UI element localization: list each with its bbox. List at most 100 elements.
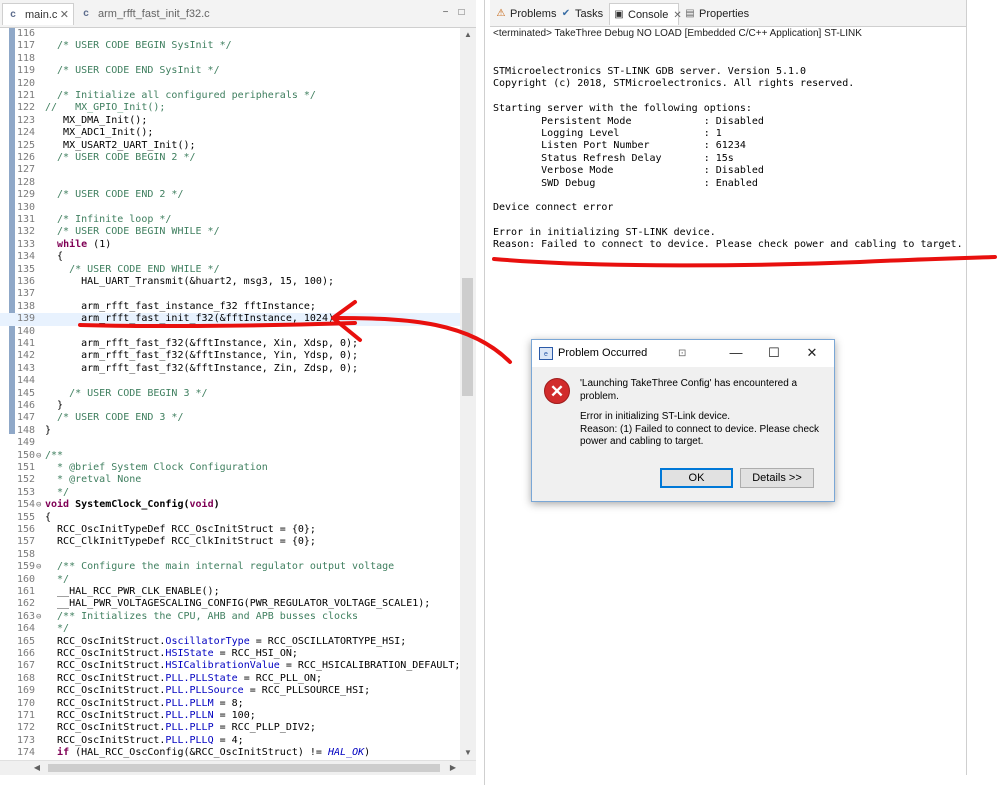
- code-line[interactable]: 149: [0, 437, 460, 449]
- code-line[interactable]: 121 /* Initialize all configured periphe…: [0, 90, 460, 102]
- code-line[interactable]: 119 /* USER CODE END SysInit */: [0, 65, 460, 77]
- fold-toggle-icon[interactable]: ⊖: [36, 499, 44, 511]
- code-line[interactable]: 124 MX_ADC1_Init();: [0, 127, 460, 139]
- code-line[interactable]: 123 MX_DMA_Init();: [0, 115, 460, 127]
- fold-toggle-icon[interactable]: ⊖: [36, 450, 44, 462]
- maximize-view-icon[interactable]: □: [456, 8, 467, 18]
- code-line[interactable]: 168 RCC_OscInitStruct.PLL.PLLState = RCC…: [0, 673, 460, 685]
- code-line[interactable]: 128: [0, 177, 460, 189]
- problem-occurred-dialog[interactable]: e Problem Occurred ⊡ — ☐ ✕ ✕ 'Launching …: [531, 339, 835, 502]
- scroll-right-arrow-icon[interactable]: ▶: [446, 761, 460, 775]
- maximize-icon[interactable]: ☐: [766, 345, 782, 361]
- code-line[interactable]: 140: [0, 326, 460, 338]
- code-line[interactable]: 151 * @brief System Clock Configuration: [0, 462, 460, 474]
- code-line[interactable]: 134 {: [0, 251, 460, 263]
- scroll-left-arrow-icon[interactable]: ◀: [30, 761, 44, 775]
- code-token: arm_rfft_fast_init_f32(&fftInstance, 102…: [45, 313, 341, 325]
- code-line[interactable]: 147 /* USER CODE END 3 */: [0, 412, 460, 424]
- tab-tasks[interactable]: ✔ Tasks: [557, 3, 608, 25]
- scroll-down-arrow-icon[interactable]: ▼: [460, 746, 476, 760]
- close-icon[interactable]: ✕: [804, 345, 820, 361]
- code-line[interactable]: 165 RCC_OscInitStruct.OscillatorType = R…: [0, 636, 460, 648]
- code-line[interactable]: 118: [0, 53, 460, 65]
- tab-console[interactable]: ▣ Console ✕: [609, 3, 682, 25]
- code-text: */: [45, 487, 69, 499]
- code-line[interactable]: 132 /* USER CODE BEGIN WHILE */: [0, 226, 460, 238]
- code-line[interactable]: 125 MX_USART2_UART_Init();: [0, 140, 460, 152]
- code-line[interactable]: 142 arm_rfft_fast_f32(&fftInstance, Yin,…: [0, 350, 460, 362]
- code-line[interactable]: 122 // MX_GPIO_Init();: [0, 102, 460, 114]
- code-line[interactable]: 139 arm_rfft_fast_init_f32(&fftInstance,…: [0, 313, 460, 326]
- code-text: RCC_OscInitStruct.PLL.PLLN = 100;: [45, 710, 256, 722]
- code-line[interactable]: 174 if (HAL_RCC_OscConfig(&RCC_OscInitSt…: [0, 747, 460, 759]
- fold-toggle-icon[interactable]: ⊖: [36, 561, 44, 573]
- window-menu-icon: ⊡: [678, 348, 687, 359]
- tab-arm-rfft-fast-init[interactable]: c arm_rfft_fast_init_f32.c: [76, 3, 216, 25]
- code-line[interactable]: 150 ⊖/**: [0, 450, 460, 462]
- code-line[interactable]: 160 */: [0, 574, 460, 586]
- code-line[interactable]: 145 /* USER CODE BEGIN 3 */: [0, 388, 460, 400]
- code-line[interactable]: 164 */: [0, 623, 460, 635]
- struct-field-token: HSIState: [165, 648, 214, 659]
- code-line[interactable]: 161 __HAL_RCC_PWR_CLK_ENABLE();: [0, 586, 460, 598]
- code-line[interactable]: 153 */: [0, 487, 460, 499]
- code-line[interactable]: 126 /* USER CODE BEGIN 2 */: [0, 152, 460, 164]
- minimize-view-icon[interactable]: −: [440, 8, 451, 18]
- code-line[interactable]: 158: [0, 549, 460, 561]
- code-editor-pane[interactable]: c main.c ✕ c arm_rfft_fast_init_f32.c − …: [0, 0, 476, 785]
- code-line[interactable]: 146 }: [0, 400, 460, 412]
- code-line[interactable]: 131 /* Infinite loop */: [0, 214, 460, 226]
- minimize-icon[interactable]: —: [728, 345, 744, 361]
- dialog-title-bar[interactable]: e Problem Occurred ⊡ — ☐ ✕: [532, 340, 834, 367]
- code-line[interactable]: 141 arm_rfft_fast_f32(&fftInstance, Xin,…: [0, 338, 460, 350]
- code-line[interactable]: 117 /* USER CODE BEGIN SysInit */: [0, 40, 460, 52]
- code-line[interactable]: 138 arm_rfft_fast_instance_f32 fftInstan…: [0, 301, 460, 313]
- code-area[interactable]: 116 117 /* USER CODE BEGIN SysInit */118 1…: [0, 28, 460, 760]
- code-line[interactable]: 162 __HAL_PWR_VOLTAGESCALING_CONFIG(PWR_…: [0, 598, 460, 610]
- code-line[interactable]: 157 RCC_ClkInitTypeDef RCC_ClkInitStruct…: [0, 536, 460, 548]
- code-line[interactable]: 173 RCC_OscInitStruct.PLL.PLLQ = 4;: [0, 735, 460, 747]
- code-line[interactable]: 129 /* USER CODE END 2 */: [0, 189, 460, 201]
- code-line[interactable]: 148}: [0, 425, 460, 437]
- code-line[interactable]: 169 RCC_OscInitStruct.PLL.PLLSource = RC…: [0, 685, 460, 697]
- tab-main-c[interactable]: c main.c ✕: [2, 3, 74, 25]
- code-line[interactable]: 135 /* USER CODE END WHILE */: [0, 264, 460, 276]
- code-line[interactable]: 130: [0, 202, 460, 214]
- code-line[interactable]: 116: [0, 28, 460, 40]
- code-line[interactable]: 137: [0, 288, 460, 300]
- code-line[interactable]: 159 ⊖ /** Configure the main internal reg…: [0, 561, 460, 573]
- ok-button[interactable]: OK: [660, 468, 733, 488]
- console-output[interactable]: STMicroelectronics ST-LINK GDB server. V…: [493, 66, 963, 252]
- code-line[interactable]: 167 RCC_OscInitStruct.HSICalibrationValu…: [0, 660, 460, 672]
- code-line[interactable]: 163 ⊖ /** Initializes the CPU, AHB and AP…: [0, 611, 460, 623]
- code-line[interactable]: 166 RCC_OscInitStruct.HSIState = RCC_HSI…: [0, 648, 460, 660]
- editor-horizontal-scrollbar[interactable]: ◀ ▶: [0, 760, 476, 775]
- fold-toggle-icon[interactable]: ⊖: [36, 611, 44, 623]
- code-token: = RCC_PLL_ON;: [237, 672, 322, 684]
- close-tab-icon[interactable]: ✕: [60, 4, 69, 26]
- scroll-thumb[interactable]: [462, 278, 473, 396]
- scroll-up-arrow-icon[interactable]: ▲: [460, 28, 476, 42]
- code-line[interactable]: 143 arm_rfft_fast_f32(&fftInstance, Zin,…: [0, 363, 460, 375]
- code-line[interactable]: 144: [0, 375, 460, 387]
- code-line[interactable]: 172 RCC_OscInitStruct.PLL.PLLP = RCC_PLL…: [0, 722, 460, 734]
- pane-divider[interactable]: [484, 0, 485, 785]
- code-line[interactable]: 127: [0, 164, 460, 176]
- code-line[interactable]: 154 ⊖ void SystemClock_Config(void): [0, 499, 460, 511]
- code-line[interactable]: 155 {: [0, 512, 460, 524]
- tab-properties[interactable]: ▤ Properties: [681, 3, 757, 25]
- code-line[interactable]: 156 RCC_OscInitTypeDef RCC_OscInitStruct…: [0, 524, 460, 536]
- code-line[interactable]: 152 * @retval None: [0, 474, 460, 486]
- scroll-thumb[interactable]: [48, 764, 440, 772]
- code-line[interactable]: 120: [0, 78, 460, 90]
- line-number: 150: [17, 449, 36, 461]
- code-line[interactable]: 171 RCC_OscInitStruct.PLL.PLLN = 100;: [0, 710, 460, 722]
- code-line[interactable]: 133 while (1): [0, 239, 460, 251]
- editor-vertical-scrollbar[interactable]: ▲ ▼: [460, 28, 476, 760]
- details-button[interactable]: Details >>: [740, 468, 814, 488]
- code-line[interactable]: 170 RCC_OscInitStruct.PLL.PLLM = 8;: [0, 698, 460, 710]
- code-line[interactable]: 136 HAL_UART_Transmit(&huart2, msg3, 15,…: [0, 276, 460, 288]
- console-line: Device connect error: [493, 202, 614, 214]
- tab-problems[interactable]: ⚠ Problems: [492, 3, 557, 25]
